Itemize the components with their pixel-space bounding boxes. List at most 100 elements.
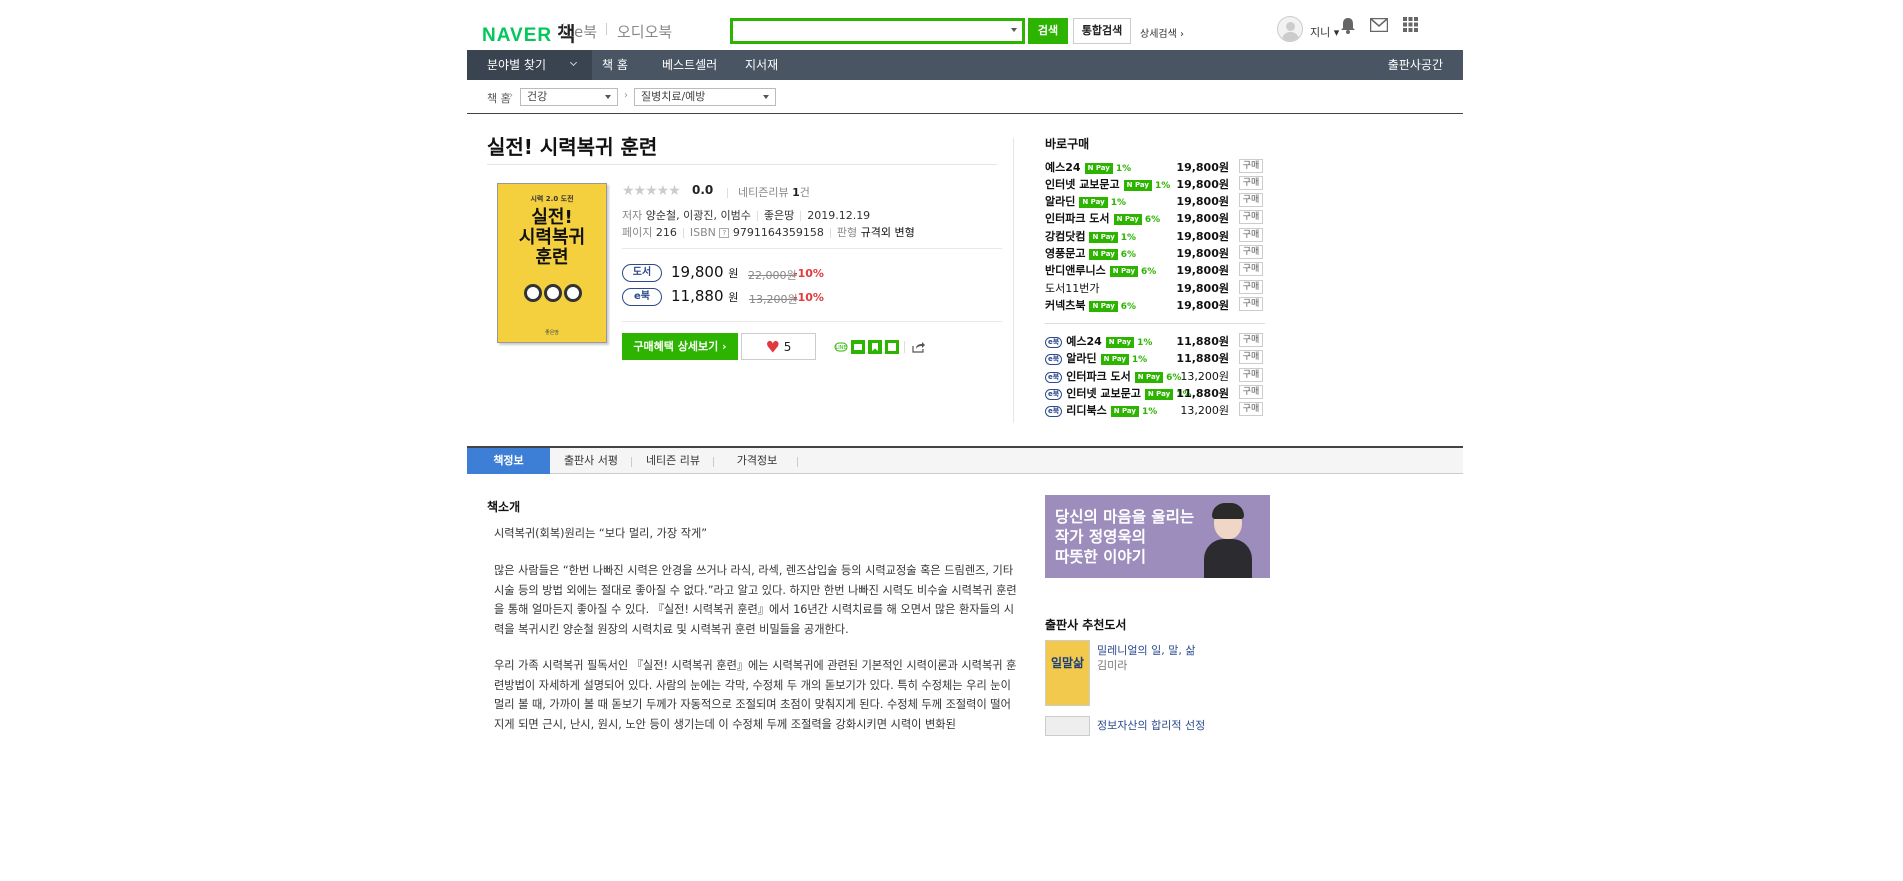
- share-memo-icon[interactable]: [885, 340, 899, 354]
- cover-eyes-illustration: [520, 284, 586, 302]
- nav-book-home[interactable]: 책 홈: [602, 50, 628, 80]
- chevron-down-icon: [605, 95, 611, 99]
- store-name[interactable]: 커넥츠북: [1045, 299, 1085, 312]
- store-buy-button[interactable]: 구매: [1239, 385, 1263, 399]
- store-name[interactable]: 강컴닷컴: [1045, 230, 1085, 243]
- chevron-down-icon: [569, 58, 578, 67]
- svg-text:LINE: LINE: [835, 345, 846, 351]
- store-buy-button[interactable]: 구매: [1239, 228, 1263, 242]
- search-button[interactable]: 검색: [1028, 18, 1068, 44]
- pages: 216: [655, 226, 677, 239]
- share-band-icon[interactable]: [851, 340, 865, 354]
- ebook-store-row: e북 리디북스 N Pay 1% 13,200원 구매: [1045, 402, 1265, 418]
- store-buy-button[interactable]: 구매: [1239, 368, 1263, 382]
- npay-badge: N Pay: [1109, 266, 1139, 277]
- store-name[interactable]: 인터넷 교보문고: [1066, 387, 1141, 400]
- cover-publisher: 좋은땅: [545, 330, 559, 336]
- review-count: 1: [792, 186, 800, 199]
- store-row: 반디앤루니스 N Pay 6% 19,800원 구매: [1045, 262, 1265, 278]
- recommend-book-title[interactable]: 밀레니얼의 일, 말, 삶: [1097, 642, 1195, 658]
- promo-banner[interactable]: 당신의 마음을 울리는 작가 정영욱의 따뜻한 이야기: [1045, 495, 1270, 578]
- integrated-search-button[interactable]: 통합검색: [1073, 18, 1131, 44]
- store-name[interactable]: 인터넷 교보문고: [1045, 178, 1120, 191]
- store-buy-button[interactable]: 구매: [1239, 297, 1263, 311]
- store-buy-button[interactable]: 구매: [1239, 193, 1263, 207]
- share-line-icon[interactable]: LINE: [834, 340, 848, 354]
- book-meta-row2: 페이지 216 ISBN ? 9791164359158 판형 규격외 변형: [622, 224, 915, 240]
- recommend-book-title[interactable]: 정보자산의 합리적 선정: [1097, 717, 1205, 733]
- tab-price-info[interactable]: 가격정보: [723, 448, 791, 474]
- npay-badge: N Pay: [1123, 180, 1152, 191]
- rating-stars-icon: ★★★★★: [622, 183, 681, 199]
- tab-publisher-review[interactable]: 출판사 서평: [557, 448, 625, 474]
- purchase-benefit-label: 구매혜택 상세보기: [633, 340, 719, 353]
- store-buy-button[interactable]: 구매: [1239, 245, 1263, 259]
- banner-line: 당신의 마음을 울리는: [1055, 508, 1195, 526]
- npay-badge: N Pay: [1105, 337, 1135, 348]
- store-buy-button[interactable]: 구매: [1239, 350, 1263, 364]
- help-icon[interactable]: ?: [719, 228, 730, 238]
- share-bookmark-icon[interactable]: [868, 340, 882, 354]
- category-finder[interactable]: 분야별 찾기: [467, 50, 592, 80]
- store-buy-button[interactable]: 구매: [1239, 280, 1263, 294]
- user-menu[interactable]: 지니 ▾: [1310, 24, 1339, 40]
- search-input[interactable]: [733, 21, 993, 41]
- discount-print: -10%: [793, 267, 824, 280]
- publisher[interactable]: 좋은땅: [764, 209, 794, 222]
- recommend-book-cover[interactable]: 일말삶: [1045, 640, 1090, 706]
- store-buy-button[interactable]: 구매: [1239, 333, 1263, 347]
- tab-book-info[interactable]: 책정보: [467, 448, 550, 474]
- store-name[interactable]: 인터파크 도서: [1066, 370, 1131, 383]
- nav-my-library[interactable]: 지서재: [745, 50, 778, 80]
- store-buy-button[interactable]: 구매: [1239, 210, 1263, 224]
- store-buy-button[interactable]: 구매: [1239, 262, 1263, 276]
- share-icon[interactable]: [911, 340, 925, 354]
- store-name[interactable]: 예스24: [1066, 335, 1102, 348]
- category-finder-label: 분야별 찾기: [487, 58, 547, 72]
- store-price: 19,800원: [1176, 230, 1229, 243]
- bell-icon[interactable]: [1340, 17, 1356, 34]
- store-buy-button[interactable]: 구매: [1239, 176, 1263, 190]
- book-cover[interactable]: 시력 2.0 도전 실전! 시력복귀 훈련 좋은땅: [497, 183, 607, 343]
- npay-percent: 1%: [1154, 181, 1171, 191]
- npay-percent: 1%: [1142, 407, 1158, 417]
- avatar[interactable]: [1277, 16, 1303, 42]
- store-row: 영풍문고 N Pay 6% 19,800원 구매: [1045, 245, 1265, 261]
- advanced-search-link[interactable]: 상세검색 ›: [1140, 25, 1184, 40]
- store-name[interactable]: 알라딘: [1045, 195, 1075, 208]
- recommend-book-cover[interactable]: [1045, 716, 1090, 736]
- apps-grid-icon[interactable]: [1403, 17, 1418, 32]
- like-button[interactable]: ♥ 5: [741, 333, 816, 360]
- store-row: 알라딘 N Pay 1% 19,800원 구매: [1045, 193, 1265, 209]
- search-dropdown-icon[interactable]: [1011, 28, 1017, 32]
- purchase-benefit-button[interactable]: 구매혜택 상세보기 ›: [622, 333, 738, 360]
- tab-netizen-review[interactable]: 네티즌 리뷰: [639, 448, 707, 474]
- nav-bestseller[interactable]: 베스트셀러: [662, 50, 717, 80]
- store-name[interactable]: 예스24: [1045, 161, 1081, 174]
- store-buy-button[interactable]: 구매: [1239, 159, 1263, 173]
- npay-badge: N Pay: [1084, 163, 1113, 174]
- ebook-link[interactable]: e북: [574, 21, 597, 42]
- store-name[interactable]: 알라딘: [1066, 352, 1096, 365]
- divider: [797, 457, 798, 467]
- heart-icon: ♥: [765, 337, 780, 357]
- nav-publisher-space[interactable]: 출판사공간: [1388, 50, 1443, 80]
- category-select-level2[interactable]: 질병치료/예방: [634, 88, 776, 106]
- category-select-level1[interactable]: 건강: [520, 88, 618, 106]
- ebook-store-row: e북 예스24 N Pay 1% 11,880원 구매: [1045, 333, 1265, 349]
- audiobook-link[interactable]: 오디오북: [617, 21, 672, 42]
- review-summary[interactable]: 네티즌리뷰 1건: [727, 184, 810, 200]
- npay-percent: 1%: [1115, 164, 1132, 174]
- store-name[interactable]: 인터파크 도서: [1045, 212, 1110, 225]
- divider: [631, 457, 632, 467]
- store-name[interactable]: 영풍문고: [1045, 247, 1085, 260]
- divider: [606, 23, 607, 35]
- store-name[interactable]: 리디북스: [1066, 404, 1106, 417]
- store-name[interactable]: 반디앤루니스: [1045, 264, 1106, 277]
- store-buy-button[interactable]: 구매: [1239, 402, 1263, 416]
- breadcrumb-home[interactable]: 책 홈: [487, 90, 511, 106]
- npay-percent: 1%: [1120, 233, 1137, 243]
- mail-icon[interactable]: [1370, 18, 1388, 32]
- store-name[interactable]: 도서11번가: [1045, 282, 1099, 295]
- authors[interactable]: 양순철, 이광진, 이범수: [646, 209, 751, 222]
